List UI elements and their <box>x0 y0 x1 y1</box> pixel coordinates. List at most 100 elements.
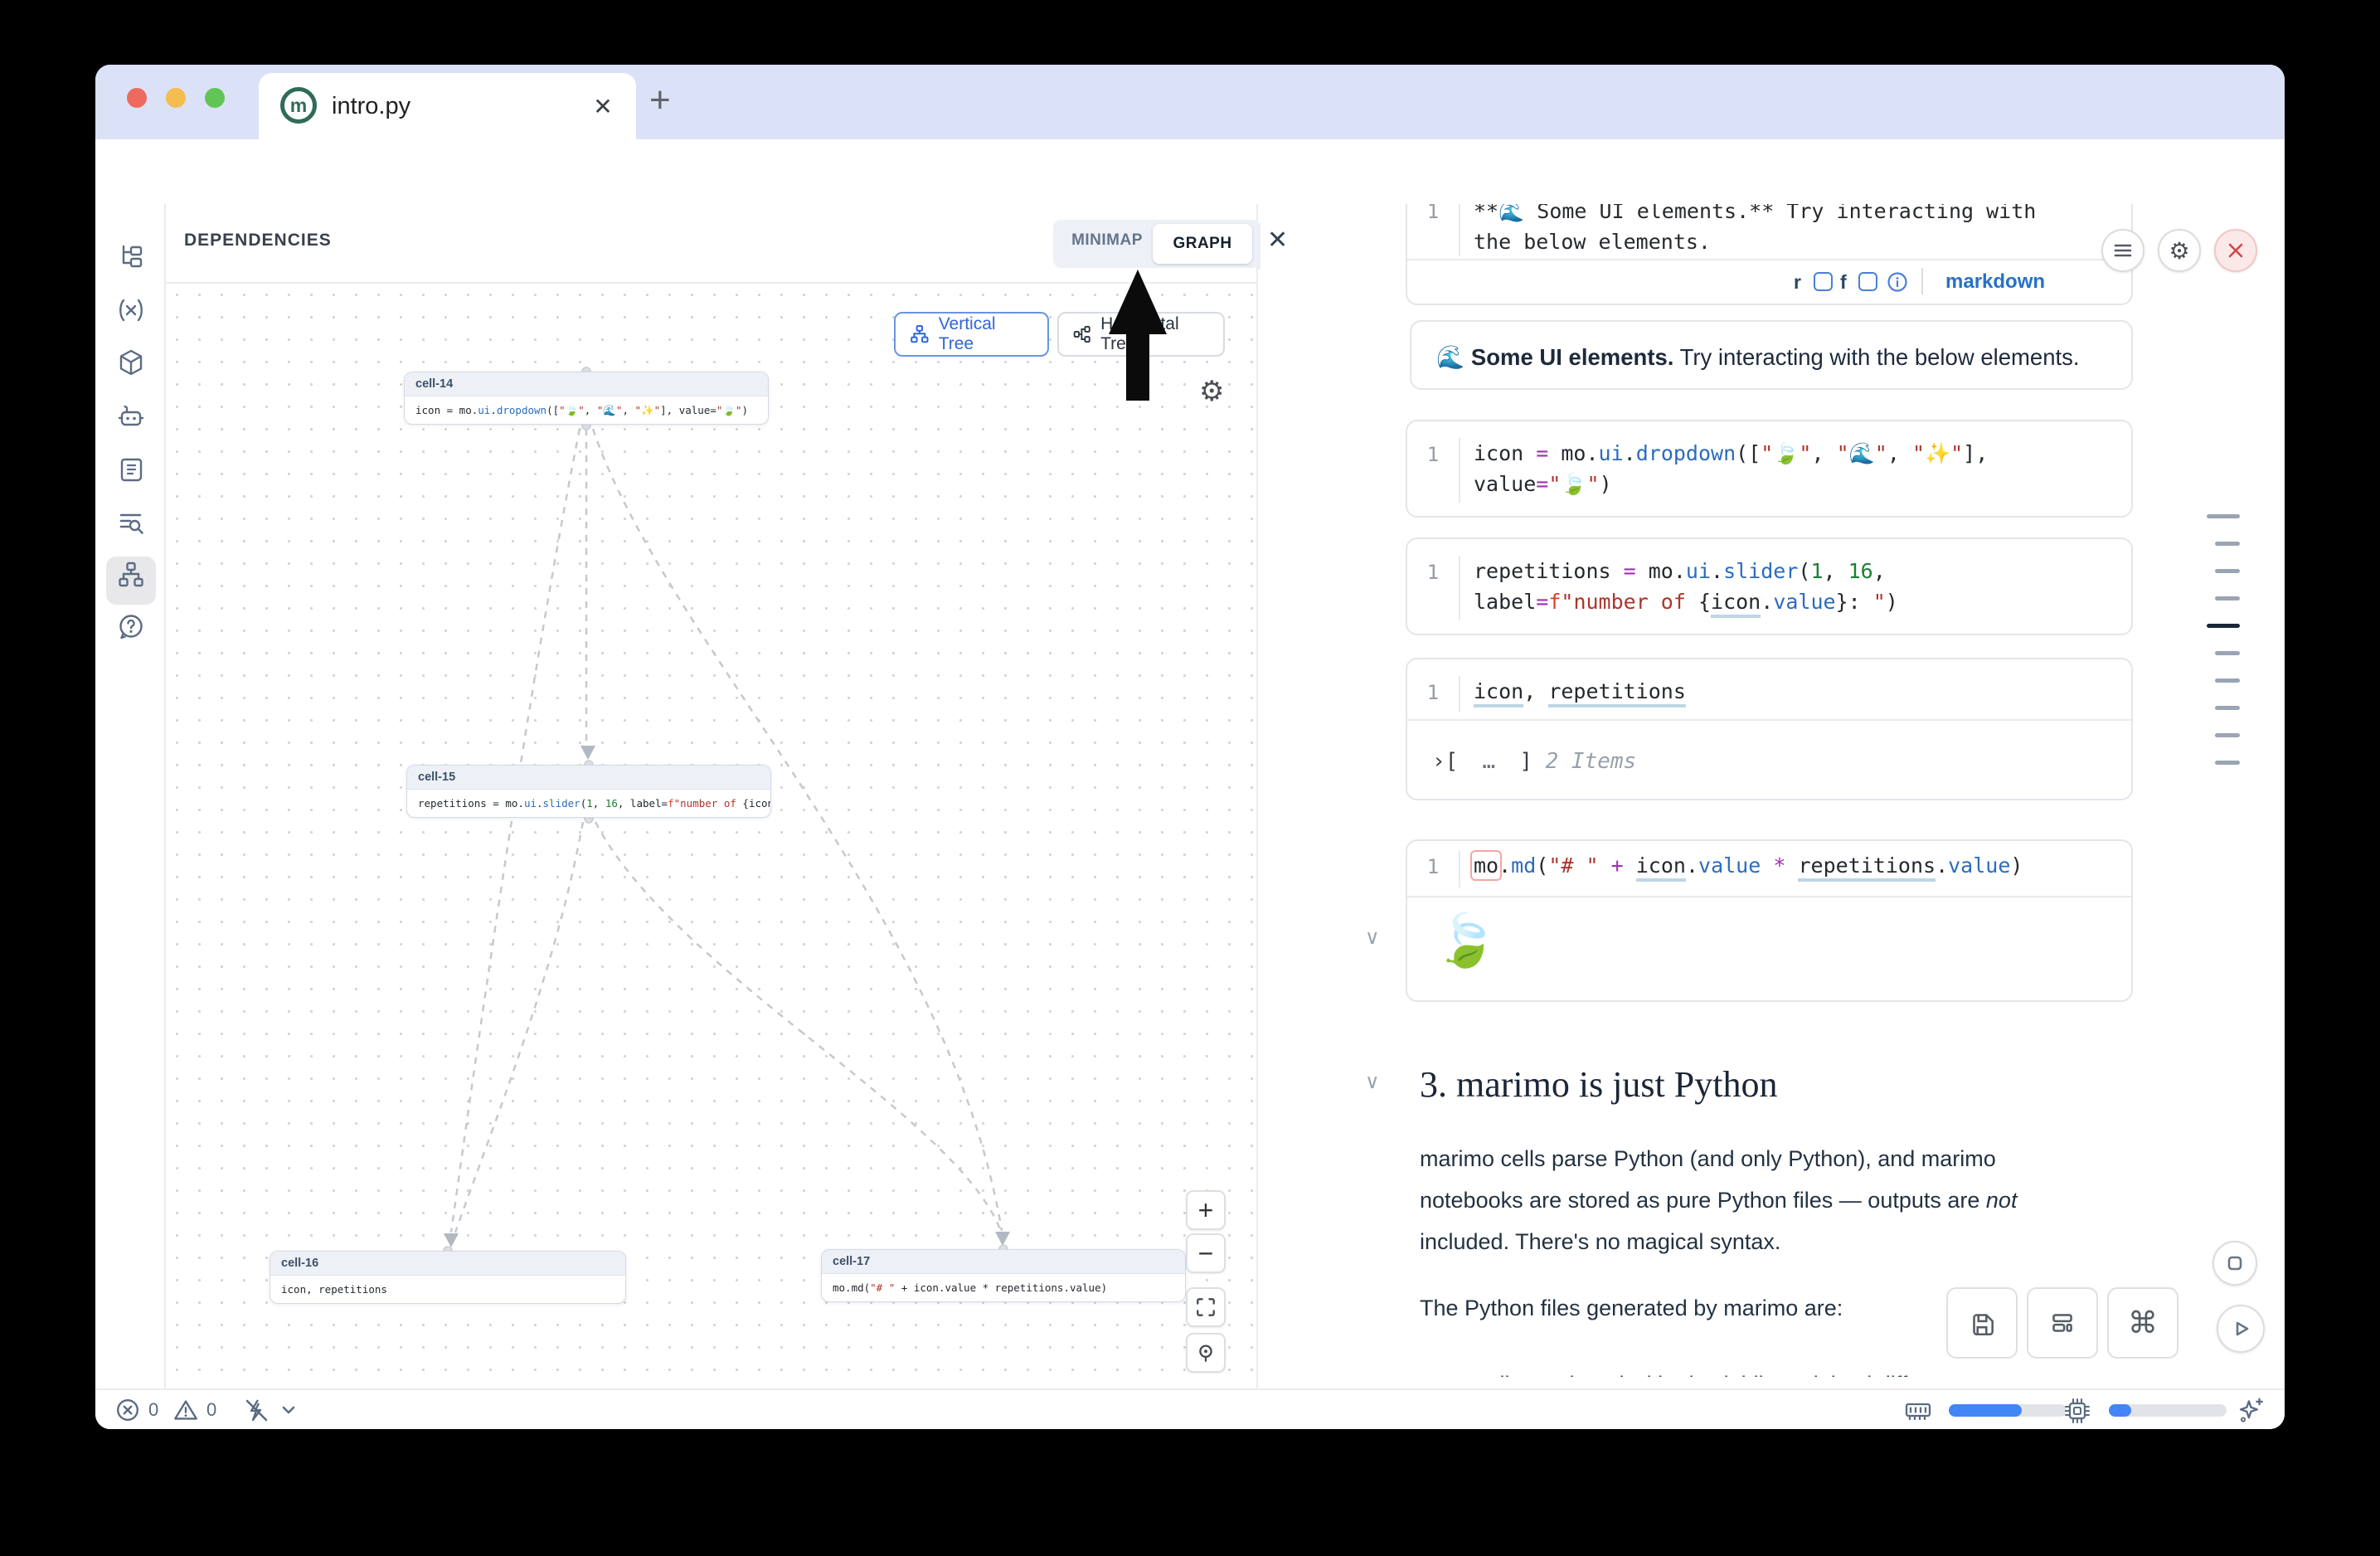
collapse-chevron-icon[interactable]: ∨ <box>1365 1070 1380 1094</box>
helper-sidebar <box>95 204 166 1388</box>
cell-expression[interactable]: 1 icon, repetitions ›[…] 2 Items <box>1406 658 2133 800</box>
shutdown-button[interactable] <box>2214 229 2257 272</box>
stop-icon <box>2223 1252 2246 1275</box>
tab-graph[interactable]: GRAPH <box>1153 224 1252 264</box>
gear-icon: ⚙ <box>2169 237 2189 265</box>
graph-node-code: mo.md("# " + icon.value * repetitions.va… <box>822 1274 1185 1301</box>
cell-momd[interactable]: 1 mo.md("# " + icon.value * repetitions.… <box>1406 839 2133 1002</box>
graph-node-cell-15[interactable]: cell-15 repetitions = mo.ui.slider(1, 16… <box>406 765 771 818</box>
footer-info-icon[interactable] <box>1887 271 1908 293</box>
cell-markdown-output[interactable]: 🌊 Some UI elements. Try interacting with… <box>1410 320 2133 390</box>
browser-tab[interactable]: m intro.py ✕ <box>259 73 636 139</box>
tab-close-icon[interactable]: ✕ <box>588 91 618 121</box>
play-icon <box>2228 1316 2253 1341</box>
cell-divider <box>1407 259 2131 260</box>
errors-icon[interactable] <box>114 1396 142 1424</box>
locate-button[interactable] <box>1186 1333 1226 1373</box>
outline-line[interactable] <box>2207 514 2240 518</box>
new-tab-button[interactable]: + <box>649 80 671 121</box>
run-button[interactable] <box>2217 1305 2265 1353</box>
cell-markdown-source[interactable]: 1 **🌊 Some UI elements.** Try interactin… <box>1406 204 2133 305</box>
section-heading: 3. marimo is just Python <box>1420 1063 1777 1106</box>
outline-line[interactable] <box>2215 678 2240 683</box>
code-line[interactable]: mo.md("# " + icon.value * repetitions.va… <box>1474 853 2023 878</box>
vertical-tree-label: Vertical Tree <box>939 314 1034 354</box>
file-explorer-icon[interactable] <box>116 242 146 272</box>
screen: m intro.py ✕ + <box>0 0 2380 1556</box>
code-line[interactable]: icon = mo.ui.dropdown(["🍃", "🌊", "✨"], <box>1474 441 1988 466</box>
tree-output-row[interactable]: ›[…] 2 Items <box>1432 749 1636 774</box>
footer-toggle-r-checkbox[interactable] <box>1814 272 1833 291</box>
graph-node-code: repetitions = mo.ui.slider(1, 16, label=… <box>407 790 770 817</box>
fit-view-button[interactable] <box>1186 1287 1226 1327</box>
paragraph-line: included. There's no magical syntax. <box>1420 1221 2183 1262</box>
code-line[interactable]: repetitions = mo.ui.slider(1, 16, <box>1474 559 1886 583</box>
help-icon[interactable] <box>116 612 146 642</box>
save-button[interactable] <box>1946 1287 2018 1359</box>
code-line[interactable]: label=f"number of {icon.value}: ") <box>1474 590 1898 614</box>
tab-minimap[interactable]: MINIMAP <box>1061 231 1153 250</box>
ai-sparkle-icon[interactable] <box>2235 1395 2266 1427</box>
graph-node-code: icon, repetitions <box>270 1276 625 1303</box>
graph-node-code: icon = mo.ui.dropdown(["🍃", "🌊", "✨"], v… <box>405 396 768 424</box>
close-panel-icon[interactable]: ✕ <box>1267 226 1288 255</box>
md-bold: Some UI elements. <box>1471 344 1674 370</box>
graph-node-cell-17[interactable]: cell-17 mo.md("# " + icon.value * repeti… <box>821 1249 1186 1302</box>
zoom-out-button[interactable]: − <box>1186 1233 1226 1273</box>
leaf-output-emoji: 🍃 <box>1434 911 1498 971</box>
snippets-search-icon[interactable] <box>116 508 146 537</box>
outline-line[interactable] <box>2215 569 2240 573</box>
graph-settings-icon[interactable]: ⚙ <box>1199 375 1224 408</box>
horizontal-tree-icon <box>1072 323 1092 345</box>
graph-node-title: cell-14 <box>405 372 768 396</box>
variables-icon[interactable] <box>116 295 146 325</box>
outline-line[interactable] <box>2215 761 2240 765</box>
traffic-close-button[interactable] <box>127 88 147 108</box>
code-line[interactable]: **🌊 Some UI elements.** Try interacting … <box>1474 204 2036 224</box>
layout-icon <box>2047 1307 2078 1339</box>
packages-icon[interactable] <box>116 348 146 377</box>
dependencies-icon[interactable] <box>116 560 146 590</box>
line-number: 1 <box>1407 204 1459 223</box>
code-line[interactable]: the below elements. <box>1474 230 1711 254</box>
interrupt-button[interactable] <box>2212 1241 2257 1286</box>
layout-toggle-button[interactable] <box>2027 1287 2098 1359</box>
graph-node-title: cell-17 <box>822 1250 1185 1274</box>
keyboard-shortcuts-button[interactable]: ⌘ <box>2107 1287 2178 1359</box>
vertical-tree-icon <box>909 323 930 345</box>
collapse-chevron-icon[interactable]: ∨ <box>1365 926 1380 950</box>
warnings-icon[interactable] <box>172 1396 200 1424</box>
language-badge[interactable]: markdown <box>1945 270 2045 294</box>
graph-node-cell-14[interactable]: cell-14 icon = mo.ui.dropdown(["🍃", "🌊",… <box>404 372 769 425</box>
footer-toggle-f-checkbox[interactable] <box>1858 272 1877 291</box>
ellipsis: … <box>1458 749 1519 774</box>
code-line[interactable]: icon, repetitions <box>1474 679 1686 703</box>
notebook-settings-button[interactable]: ⚙ <box>2158 229 2201 272</box>
outline-line[interactable] <box>2215 596 2240 601</box>
gutter-divider <box>1459 556 1460 620</box>
chevron-down-icon[interactable] <box>276 1398 301 1422</box>
outline-line-active[interactable] <box>2207 624 2240 628</box>
cell-dropdown-code[interactable]: 1 icon = mo.ui.dropdown(["🍃", "🌊", "✨"],… <box>1406 420 2133 518</box>
outline-line[interactable] <box>2215 733 2240 737</box>
outline-line[interactable] <box>2215 651 2240 655</box>
expand-chevron[interactable]: › <box>1432 749 1445 774</box>
code-line[interactable]: value="🍃") <box>1474 472 1612 497</box>
ai-assistant-icon[interactable] <box>116 402 146 432</box>
vertical-tree-button[interactable]: Vertical Tree <box>894 312 1049 357</box>
zoom-in-button[interactable]: + <box>1186 1190 1226 1230</box>
browser-toolbar: localhost:2718 Guest <box>95 139 2285 204</box>
notebook-menu-button[interactable] <box>2101 229 2144 272</box>
paragraph-line: notebooks are stored as pure Python file… <box>1420 1179 2183 1221</box>
autorun-disabled-icon[interactable] <box>241 1395 271 1425</box>
status-bar: 0 0 <box>95 1388 2285 1429</box>
locate-icon <box>1193 1340 1218 1365</box>
traffic-minimize-button[interactable] <box>166 88 186 108</box>
cell-slider-code[interactable]: 1 repetitions = mo.ui.slider(1, 16, labe… <box>1406 537 2133 635</box>
graph-node-cell-16[interactable]: cell-16 icon, repetitions <box>270 1251 626 1304</box>
outline-line[interactable] <box>2215 542 2240 546</box>
line-number: 1 <box>1407 855 1459 878</box>
traffic-zoom-button[interactable] <box>205 88 225 108</box>
outline-line[interactable] <box>2215 706 2240 710</box>
logs-icon[interactable] <box>116 455 146 485</box>
